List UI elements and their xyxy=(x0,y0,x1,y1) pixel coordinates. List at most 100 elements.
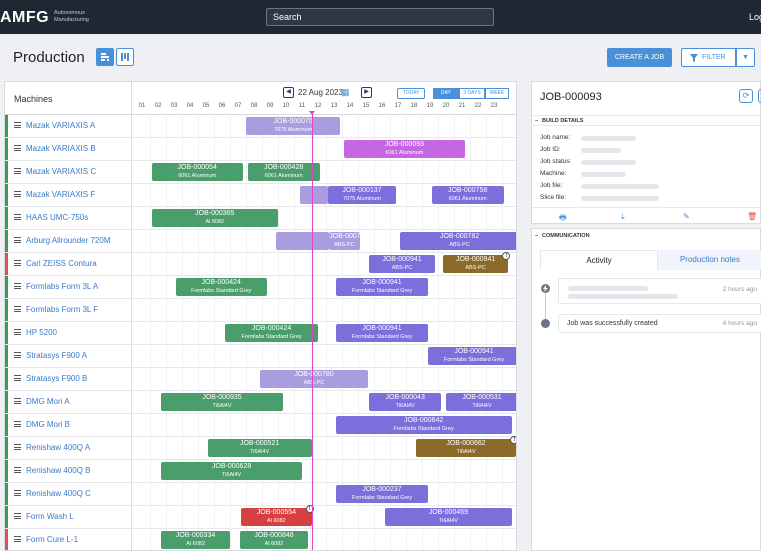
machine-cell[interactable]: Mazak VARIAXIS B xyxy=(5,138,132,160)
list-view-button[interactable] xyxy=(96,48,114,66)
drag-handle-icon[interactable] xyxy=(14,490,21,496)
login-link[interactable]: Login xyxy=(749,12,761,22)
drag-handle-icon[interactable] xyxy=(14,375,21,381)
job-bar[interactable]: JOB-000043 Ti6Al4V xyxy=(369,393,442,411)
machine-cell[interactable]: Mazak VARIAXIS C xyxy=(5,161,132,183)
machine-name[interactable]: Mazak VARIAXIS F xyxy=(26,190,95,199)
machine-cell[interactable]: Stratasys F900 A xyxy=(5,345,132,367)
machine-cell[interactable]: DMG Mori B xyxy=(5,414,132,436)
next-day-button[interactable]: ▶ xyxy=(361,87,372,98)
machine-cell[interactable]: Renishaw 400Q C xyxy=(5,483,132,505)
drag-handle-icon[interactable] xyxy=(14,283,21,289)
machine-name[interactable]: DMG Mori B xyxy=(26,420,70,429)
previous-day-button[interactable]: ◀ xyxy=(283,87,294,98)
drag-handle-icon[interactable] xyxy=(14,214,21,220)
job-bar[interactable]: JOB-000941 Formlabs Standard Grey xyxy=(335,278,429,296)
drag-handle-icon[interactable] xyxy=(14,306,21,312)
drag-handle-icon[interactable] xyxy=(14,352,21,358)
job-bar[interactable]: JOB-000054 6061 Aluminum xyxy=(151,163,243,181)
job-bar[interactable]: JOB-000662 Ti6Al4V xyxy=(415,439,516,457)
machine-cell[interactable]: Renishaw 400Q A xyxy=(5,437,132,459)
filter-button[interactable]: FILTER xyxy=(681,48,736,67)
drag-handle-icon[interactable] xyxy=(14,329,21,335)
machine-name[interactable]: Renishaw 400Q C xyxy=(26,489,91,498)
job-bar[interactable]: JOB-000554 Al 6082 xyxy=(241,508,312,526)
tab-production-notes[interactable]: Production notes xyxy=(658,250,761,270)
machine-name[interactable]: Mazak VARIAXIS A xyxy=(26,121,95,130)
machine-name[interactable]: HAAS UMC-750s xyxy=(26,213,88,222)
job-bar[interactable] xyxy=(276,232,330,250)
machine-cell[interactable]: HAAS UMC-750s xyxy=(5,207,132,229)
job-bar[interactable]: JOB-000424 Formlabs Standard Grey xyxy=(225,324,318,342)
range-day-button[interactable]: DAY xyxy=(433,88,459,99)
machine-cell[interactable]: Form Cure L-1 xyxy=(5,529,132,550)
refresh-button[interactable]: ⟳ xyxy=(739,89,753,103)
drag-handle-icon[interactable] xyxy=(14,398,21,404)
machine-name[interactable]: Mazak VARIAXIS B xyxy=(26,144,96,153)
machine-name[interactable]: Arburg Allrounder 720M xyxy=(26,236,111,245)
job-bar[interactable] xyxy=(300,186,328,204)
job-bar[interactable]: JOB-000521 Ti6Al4V xyxy=(207,439,312,457)
create-job-button[interactable]: CREATE A JOB xyxy=(607,48,672,67)
job-bar[interactable]: JOB-000334 Al 6082 xyxy=(161,531,230,549)
job-bar[interactable]: JOB-000531 Ti6Al4V xyxy=(446,393,516,411)
job-bar[interactable]: JOB-000237 Formlabs Standard Grey xyxy=(335,485,429,503)
job-bar[interactable]: JOB-000093 6061 Aluminum xyxy=(343,140,466,158)
drag-handle-icon[interactable] xyxy=(14,467,21,473)
machine-name[interactable]: Renishaw 400Q A xyxy=(26,443,90,452)
range-3days-button[interactable]: 3 DAYS xyxy=(459,88,485,99)
machine-cell[interactable]: Formlabs Form 3L A xyxy=(5,276,132,298)
machine-name[interactable]: Form Wash L xyxy=(26,512,74,521)
drag-handle-icon[interactable] xyxy=(14,513,21,519)
app-logo[interactable]: AMFG xyxy=(0,9,49,27)
drag-handle-icon[interactable] xyxy=(14,237,21,243)
filter-dropdown-button[interactable]: ▼ xyxy=(736,48,755,67)
today-button[interactable]: TODAY xyxy=(397,88,425,99)
machine-cell[interactable]: DMG Mori A xyxy=(5,391,132,413)
machine-name[interactable]: Carl ZEISS Contura xyxy=(26,259,97,268)
search-input[interactable] xyxy=(266,8,494,26)
drag-handle-icon[interactable] xyxy=(14,168,21,174)
machine-name[interactable]: Renishaw 400Q B xyxy=(26,466,90,475)
job-bar[interactable]: JOB-000758 6061 Aluminum xyxy=(431,186,504,204)
drag-handle-icon[interactable] xyxy=(14,444,21,450)
drag-handle-icon[interactable] xyxy=(14,122,21,128)
machine-name[interactable]: Formlabs Form 3L A xyxy=(26,282,98,291)
delete-icon[interactable]: 🗑 xyxy=(747,212,757,221)
machine-cell[interactable]: Mazak VARIAXIS A xyxy=(5,115,132,137)
tab-activity[interactable]: Activity xyxy=(540,250,658,270)
board-view-button[interactable] xyxy=(116,48,134,66)
job-bar[interactable]: JOB-000469 Ti6Al4V xyxy=(385,508,512,526)
range-week-button[interactable]: WEEK xyxy=(485,88,509,99)
drag-handle-icon[interactable] xyxy=(14,421,21,427)
job-bar[interactable]: JOB-000424 Formlabs Standard Grey xyxy=(175,278,267,296)
job-bar[interactable]: JOB-000848 Al 6082 xyxy=(239,531,309,549)
job-bar[interactable]: JOB-000941 Formlabs Standard Grey xyxy=(428,347,516,365)
job-bar[interactable]: JOB-000941 Formlabs Standard Grey xyxy=(335,324,429,342)
job-bar[interactable]: JOB-000137 7075 Aluminum xyxy=(327,186,397,204)
download-icon[interactable]: ⤓ xyxy=(621,212,625,222)
build-details-header[interactable]: BUILD DETAILS xyxy=(532,115,761,127)
machine-cell[interactable]: Arburg Allrounder 720M xyxy=(5,230,132,252)
machine-name[interactable]: Stratasys F900 B xyxy=(26,374,87,383)
warning-icon[interactable]: ! xyxy=(510,436,516,444)
machine-name[interactable]: Formlabs Form 3L F xyxy=(26,305,98,314)
communication-header[interactable]: COMMUNICATION xyxy=(532,231,761,242)
machine-cell[interactable]: Formlabs Form 3L F xyxy=(5,299,132,321)
job-bar[interactable]: JOB-000780 ABS-PC xyxy=(260,370,368,388)
drag-handle-icon[interactable] xyxy=(14,536,21,542)
machine-cell[interactable]: Renishaw 400Q B xyxy=(5,460,132,482)
job-bar[interactable]: JOB-000941 ABS-PC xyxy=(369,255,435,273)
job-bar[interactable]: JOB-000365 Al 6082 xyxy=(151,209,278,227)
drag-handle-icon[interactable] xyxy=(14,191,21,197)
machine-name[interactable]: DMG Mori A xyxy=(26,397,70,406)
job-bar[interactable]: JOB-000782 ABS-PC xyxy=(399,232,516,250)
machine-cell[interactable]: Form Wash L xyxy=(5,506,132,528)
print-icon[interactable]: 🖶 xyxy=(559,212,567,226)
machine-cell[interactable]: Mazak VARIAXIS F xyxy=(5,184,132,206)
drag-handle-icon[interactable] xyxy=(14,145,21,151)
job-bar[interactable]: JOB-000628 Ti6Al4V xyxy=(161,462,302,480)
machine-cell[interactable]: Carl ZEISS Contura xyxy=(5,253,132,275)
drag-handle-icon[interactable] xyxy=(14,260,21,266)
job-bar[interactable]: JOB-000428 6061 Aluminum xyxy=(247,163,320,181)
